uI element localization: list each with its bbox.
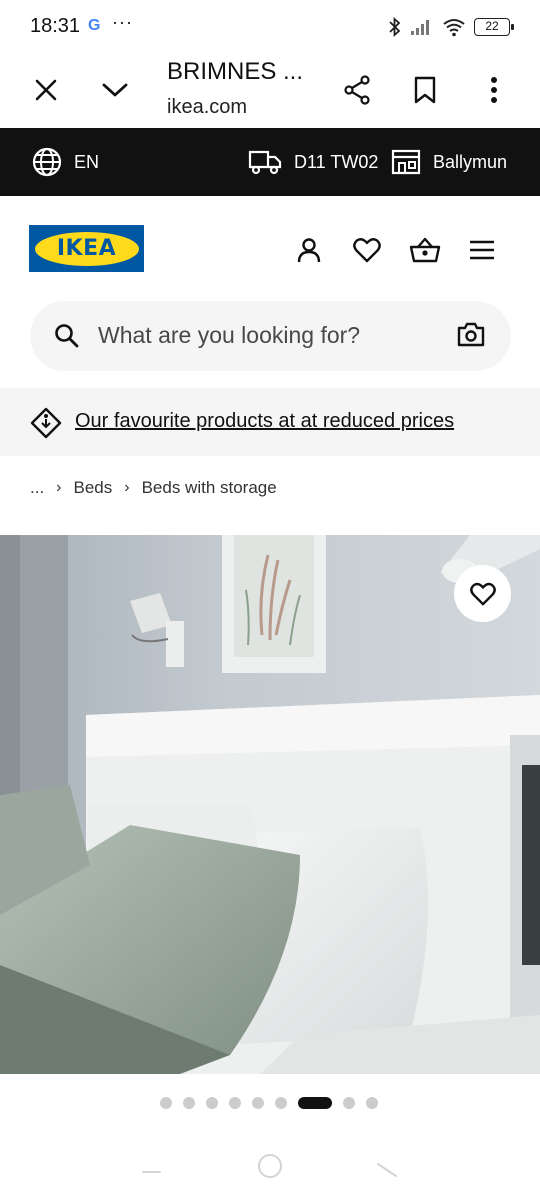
profile-icon [297,238,321,263]
language-label: EN [74,151,100,172]
logo-text: IKEA [56,236,117,261]
breadcrumb-ellipsis[interactable]: ... [30,478,44,498]
breadcrumb-item-beds-with-storage[interactable]: Beds with storage [142,478,277,498]
delivery-postcode[interactable]: D11 TW02 [248,128,378,196]
save-to-favourites-button[interactable] [454,565,511,622]
menu-icon [470,240,494,260]
carousel-dot[interactable] [160,1097,172,1109]
chevron-right-icon: › [56,479,62,496]
chevron-right-icon: › [124,479,130,496]
menu-button[interactable] [462,230,502,270]
carousel-indicator [160,1097,378,1109]
carousel-dot[interactable] [343,1097,355,1109]
back-icon[interactable] [377,1163,397,1177]
close-icon [35,79,57,101]
search-icon [55,324,79,348]
status-bar: 18:31 G ··· 22 [0,0,540,54]
heart-icon [353,238,381,263]
browser-toolbar: BRIMNES ... ikea.com [0,54,540,128]
status-time: 18:31 [30,15,81,37]
delivery-truck-icon [248,150,282,175]
battery-indicator: 22 [474,18,514,36]
heart-icon [469,582,496,605]
carousel-dot[interactable] [229,1097,241,1109]
site-header: IKEA [0,196,540,300]
chevron-down-icon [102,83,128,97]
carousel-dot[interactable] [183,1097,195,1109]
status-indicators: 22 [388,14,514,40]
bluetooth-icon [389,17,401,37]
language-selector[interactable]: EN [32,128,99,196]
page-title[interactable]: BRIMNES ... [167,58,303,86]
page-url[interactable]: ikea.com [167,96,247,119]
store-icon [391,149,421,175]
basket-icon [409,237,441,263]
favourites-button[interactable] [347,230,387,270]
close-tab-button[interactable] [24,68,68,112]
breadcrumb-item-beds[interactable]: Beds [74,478,113,498]
globe-icon [32,147,62,177]
carousel-dot-active[interactable] [298,1097,332,1109]
bookmark-icon [414,76,436,104]
more-notifications-icon: ··· [112,12,133,32]
promo-link[interactable]: Our favourite products at at reduced pri… [75,410,454,433]
store-selector[interactable]: Ballymun [391,128,507,196]
bed-photo [0,535,540,1074]
delivery-code: D11 TW02 [294,151,379,172]
share-button[interactable] [335,68,379,112]
more-vertical-icon [491,77,497,103]
expand-button[interactable] [93,68,137,112]
ikea-logo[interactable]: IKEA [29,225,144,272]
signal-icon [411,20,429,35]
carousel-dot[interactable] [252,1097,264,1109]
basket-button[interactable] [405,230,445,270]
promo-banner: Our favourite products at at reduced pri… [0,388,540,456]
store-info-strip: EN D11 TW02 Ballymun [0,128,540,196]
breadcrumb: ... › Beds › Beds with storage [30,476,277,500]
bookmark-button[interactable] [403,68,447,112]
search-bar[interactable]: What are you looking for? [30,301,511,371]
camera-search-icon[interactable] [457,321,485,347]
search-input[interactable]: What are you looking for? [98,322,360,349]
carousel-dot[interactable] [206,1097,218,1109]
product-image[interactable] [0,535,540,1074]
share-icon [344,75,370,105]
browser-menu-button[interactable] [472,68,516,112]
google-app-icon: G [88,17,101,34]
carousel-dot[interactable] [275,1097,287,1109]
home-icon[interactable] [258,1154,282,1178]
price-tag-icon [30,407,62,439]
carousel-dot[interactable] [366,1097,378,1109]
wifi-icon [443,19,465,37]
profile-button[interactable] [289,230,329,270]
system-navigation-bar [0,1150,540,1200]
store-name: Ballymun [433,151,508,172]
